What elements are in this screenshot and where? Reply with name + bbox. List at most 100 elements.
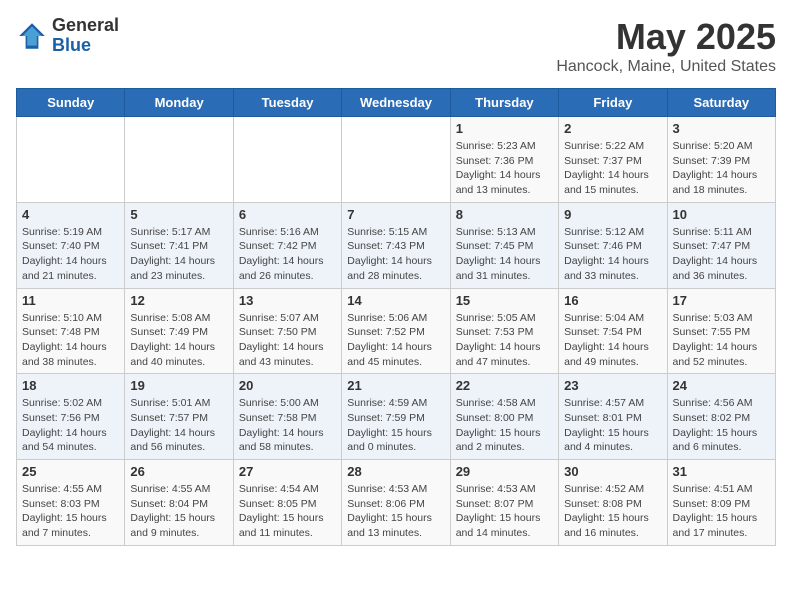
calendar-week-3: 11 Sunrise: 5:10 AM Sunset: 7:48 PM Dayli…: [17, 288, 776, 374]
day-of-week-saturday: Saturday: [667, 89, 775, 117]
calendar-week-4: 18Sunrise: 5:02 AM Sunset: 7:56 PM Dayli…: [17, 374, 776, 460]
day-info: Sunrise: 4:57 AM Sunset: 8:01 PM Dayligh…: [564, 396, 661, 455]
day-number: 21: [347, 378, 444, 393]
day-of-week-friday: Friday: [559, 89, 667, 117]
calendar-cell: 15 Sunrise: 5:05 AM Sunset: 7:53 PM Dayli…: [450, 288, 558, 374]
day-info: Sunrise: 5:08 AM Sunset: 7:49 PM Dayligh…: [130, 311, 227, 370]
day-info: Sunrise: 5:11 AM Sunset: 7:47 PM Dayligh…: [673, 225, 770, 284]
logo-icon: [16, 20, 48, 52]
day-info: Sunrise: 5:23 AM Sunset: 7:36 PM Dayligh…: [456, 139, 553, 198]
day-info: Sunrise: 5:01 AM Sunset: 7:57 PM Dayligh…: [130, 396, 227, 455]
calendar-cell: 4Sunrise: 5:19 AM Sunset: 7:40 PM Daylig…: [17, 202, 125, 288]
day-info: Sunrise: 4:53 AM Sunset: 8:06 PM Dayligh…: [347, 482, 444, 541]
calendar-cell: 18Sunrise: 5:02 AM Sunset: 7:56 PM Dayli…: [17, 374, 125, 460]
day-number: 30: [564, 464, 661, 479]
calendar-cell: 24 Sunrise: 4:56 AM Sunset: 8:02 PM Dayli…: [667, 374, 775, 460]
day-number: 9: [564, 207, 661, 222]
calendar-cell: 19 Sunrise: 5:01 AM Sunset: 7:57 PM Dayli…: [125, 374, 233, 460]
calendar-cell: [233, 117, 341, 203]
logo-blue-text: Blue: [52, 35, 91, 55]
day-number: 28: [347, 464, 444, 479]
calendar-cell: 25 Sunrise: 4:55 AM Sunset: 8:03 PM Dayli…: [17, 460, 125, 546]
day-number: 22: [456, 378, 553, 393]
day-info: Sunrise: 5:07 AM Sunset: 7:50 PM Dayligh…: [239, 311, 336, 370]
calendar-header: SundayMondayTuesdayWednesdayThursdayFrid…: [17, 89, 776, 117]
day-number: 25: [22, 464, 119, 479]
day-info: Sunrise: 4:51 AM Sunset: 8:09 PM Dayligh…: [673, 482, 770, 541]
day-info: Sunrise: 5:02 AM Sunset: 7:56 PM Dayligh…: [22, 396, 119, 455]
day-number: 20: [239, 378, 336, 393]
day-number: 15: [456, 293, 553, 308]
days-of-week-row: SundayMondayTuesdayWednesdayThursdayFrid…: [17, 89, 776, 117]
day-info: Sunrise: 5:16 AM Sunset: 7:42 PM Dayligh…: [239, 225, 336, 284]
calendar-cell: 13 Sunrise: 5:07 AM Sunset: 7:50 PM Dayli…: [233, 288, 341, 374]
day-number: 23: [564, 378, 661, 393]
day-of-week-tuesday: Tuesday: [233, 89, 341, 117]
page-subtitle: Hancock, Maine, United States: [556, 58, 776, 76]
page-title: May 2025: [556, 16, 776, 58]
day-number: 24: [673, 378, 770, 393]
day-info: Sunrise: 4:55 AM Sunset: 8:03 PM Dayligh…: [22, 482, 119, 541]
day-info: Sunrise: 5:12 AM Sunset: 7:46 PM Dayligh…: [564, 225, 661, 284]
calendar-cell: 20 Sunrise: 5:00 AM Sunset: 7:58 PM Dayli…: [233, 374, 341, 460]
day-of-week-sunday: Sunday: [17, 89, 125, 117]
day-number: 11: [22, 293, 119, 308]
day-info: Sunrise: 5:10 AM Sunset: 7:48 PM Dayligh…: [22, 311, 119, 370]
calendar-cell: [125, 117, 233, 203]
day-info: Sunrise: 4:54 AM Sunset: 8:05 PM Dayligh…: [239, 482, 336, 541]
day-number: 10: [673, 207, 770, 222]
day-number: 14: [347, 293, 444, 308]
day-info: Sunrise: 5:20 AM Sunset: 7:39 PM Dayligh…: [673, 139, 770, 198]
calendar-cell: 29 Sunrise: 4:53 AM Sunset: 8:07 PM Dayli…: [450, 460, 558, 546]
calendar-cell: 17Sunrise: 5:03 AM Sunset: 7:55 PM Dayli…: [667, 288, 775, 374]
day-info: Sunrise: 5:15 AM Sunset: 7:43 PM Dayligh…: [347, 225, 444, 284]
day-of-week-thursday: Thursday: [450, 89, 558, 117]
day-info: Sunrise: 4:58 AM Sunset: 8:00 PM Dayligh…: [456, 396, 553, 455]
day-info: Sunrise: 5:17 AM Sunset: 7:41 PM Dayligh…: [130, 225, 227, 284]
logo-text: General Blue: [52, 16, 119, 56]
day-info: Sunrise: 5:00 AM Sunset: 7:58 PM Dayligh…: [239, 396, 336, 455]
day-number: 5: [130, 207, 227, 222]
header: General Blue May 2025 Hancock, Maine, Un…: [16, 16, 776, 76]
day-info: Sunrise: 5:06 AM Sunset: 7:52 PM Dayligh…: [347, 311, 444, 370]
calendar-cell: 21Sunrise: 4:59 AM Sunset: 7:59 PM Dayli…: [342, 374, 450, 460]
day-info: Sunrise: 5:04 AM Sunset: 7:54 PM Dayligh…: [564, 311, 661, 370]
calendar-cell: 31 Sunrise: 4:51 AM Sunset: 8:09 PM Dayli…: [667, 460, 775, 546]
calendar-cell: [342, 117, 450, 203]
calendar-cell: 12 Sunrise: 5:08 AM Sunset: 7:49 PM Dayli…: [125, 288, 233, 374]
day-number: 2: [564, 121, 661, 136]
calendar-week-5: 25 Sunrise: 4:55 AM Sunset: 8:03 PM Dayli…: [17, 460, 776, 546]
day-number: 13: [239, 293, 336, 308]
day-info: Sunrise: 5:05 AM Sunset: 7:53 PM Dayligh…: [456, 311, 553, 370]
calendar-cell: 14 Sunrise: 5:06 AM Sunset: 7:52 PM Dayli…: [342, 288, 450, 374]
day-info: Sunrise: 4:53 AM Sunset: 8:07 PM Dayligh…: [456, 482, 553, 541]
calendar-week-2: 4Sunrise: 5:19 AM Sunset: 7:40 PM Daylig…: [17, 202, 776, 288]
calendar-cell: [17, 117, 125, 203]
day-number: 19: [130, 378, 227, 393]
calendar-cell: 7 Sunrise: 5:15 AM Sunset: 7:43 PM Daylig…: [342, 202, 450, 288]
day-of-week-wednesday: Wednesday: [342, 89, 450, 117]
day-number: 12: [130, 293, 227, 308]
calendar-cell: 28 Sunrise: 4:53 AM Sunset: 8:06 PM Dayli…: [342, 460, 450, 546]
day-number: 27: [239, 464, 336, 479]
calendar-week-1: 1Sunrise: 5:23 AM Sunset: 7:36 PM Daylig…: [17, 117, 776, 203]
logo-general-text: General: [52, 15, 119, 35]
day-number: 3: [673, 121, 770, 136]
day-number: 31: [673, 464, 770, 479]
calendar-cell: 16Sunrise: 5:04 AM Sunset: 7:54 PM Dayli…: [559, 288, 667, 374]
day-number: 26: [130, 464, 227, 479]
calendar-cell: 26Sunrise: 4:55 AM Sunset: 8:04 PM Dayli…: [125, 460, 233, 546]
calendar-cell: 2Sunrise: 5:22 AM Sunset: 7:37 PM Daylig…: [559, 117, 667, 203]
calendar-cell: 8Sunrise: 5:13 AM Sunset: 7:45 PM Daylig…: [450, 202, 558, 288]
day-number: 7: [347, 207, 444, 222]
calendar-cell: 6 Sunrise: 5:16 AM Sunset: 7:42 PM Daylig…: [233, 202, 341, 288]
calendar-cell: 10 Sunrise: 5:11 AM Sunset: 7:47 PM Dayli…: [667, 202, 775, 288]
day-number: 29: [456, 464, 553, 479]
day-info: Sunrise: 5:13 AM Sunset: 7:45 PM Dayligh…: [456, 225, 553, 284]
calendar-cell: 11 Sunrise: 5:10 AM Sunset: 7:48 PM Dayli…: [17, 288, 125, 374]
calendar-cell: 27 Sunrise: 4:54 AM Sunset: 8:05 PM Dayli…: [233, 460, 341, 546]
calendar-cell: 1Sunrise: 5:23 AM Sunset: 7:36 PM Daylig…: [450, 117, 558, 203]
calendar-cell: 30Sunrise: 4:52 AM Sunset: 8:08 PM Dayli…: [559, 460, 667, 546]
day-info: Sunrise: 4:56 AM Sunset: 8:02 PM Dayligh…: [673, 396, 770, 455]
day-number: 6: [239, 207, 336, 222]
